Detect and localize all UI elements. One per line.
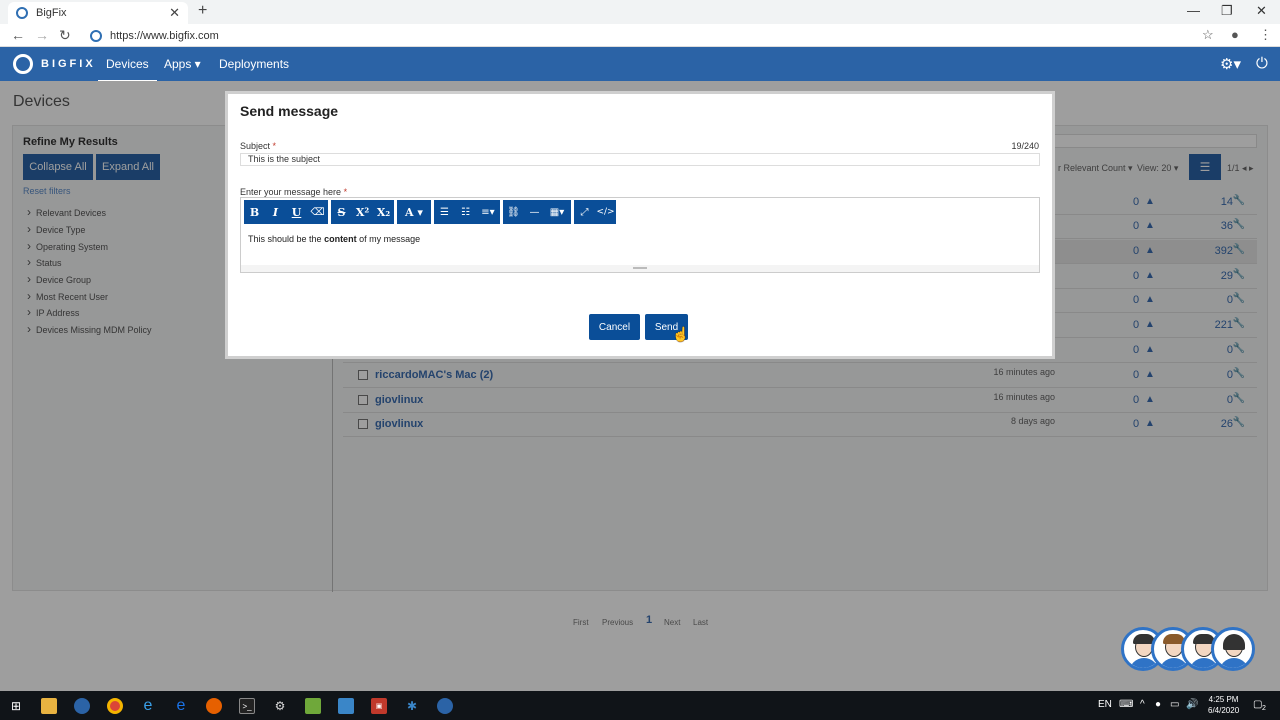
view-toolbar-group: ⤢ </> <box>574 200 616 224</box>
red-app-icon[interactable]: ▣ <box>371 698 387 714</box>
bigfix-tray-icon[interactable]: ● <box>1155 699 1161 710</box>
address-bar-row: ← → ↻ https://www.bigfix.com ☆ ● ⋮ <box>0 24 1280 47</box>
browser-tab[interactable]: BigFix ✕ <box>8 2 188 24</box>
browser-tab-bar: BigFix ✕ + — ❐ ✕ <box>0 0 1280 24</box>
message-text: This should be the <box>248 234 325 244</box>
team-avatars <box>1121 627 1255 673</box>
strikethrough-button[interactable]: S <box>331 206 352 219</box>
tab-close-icon[interactable]: ✕ <box>169 5 180 21</box>
message-bold-text: content <box>324 234 357 244</box>
align-dropdown-icon[interactable]: ≡▾ <box>476 207 500 218</box>
subject-label-text: Subject <box>240 141 271 151</box>
message-body[interactable]: This should be the content of my message <box>248 234 420 244</box>
settings-app-icon[interactable]: ⚙ <box>272 698 288 714</box>
bigfix-agent-icon[interactable] <box>437 698 453 714</box>
url-text: https://www.bigfix.com <box>110 29 219 42</box>
list-toolbar-group: ☰ ☷ ≡▾ <box>434 200 500 224</box>
underline-button[interactable]: U <box>286 206 307 219</box>
superscript-button[interactable]: X² <box>352 206 373 219</box>
windows-taskbar: ⊞ e e >_ ⚙ ▣ ✱ EN ⌨ ^ ● ▭ 🔊 4:25 PM 6/4/… <box>0 691 1280 720</box>
minimize-button[interactable]: — <box>1187 3 1200 18</box>
new-tab-button[interactable]: + <box>198 2 207 20</box>
italic-button[interactable]: I <box>265 206 286 219</box>
message-text: of my message <box>356 234 421 244</box>
browser-menu-icon[interactable]: ⋮ <box>1259 27 1272 43</box>
clock-date: 6/4/2020 <box>1208 706 1240 715</box>
insert-toolbar-group: ⛓ — ▦▾ <box>503 200 571 224</box>
network-app-icon[interactable]: ✱ <box>404 698 420 714</box>
message-label-text: Enter your message here <box>240 187 342 197</box>
format-toolbar-group: B I U ⌫ <box>244 200 328 224</box>
language-indicator[interactable]: EN <box>1098 699 1112 710</box>
nav-apps[interactable]: Apps ▾ <box>164 57 201 71</box>
dialog-title: Send message <box>240 103 339 119</box>
bigfix-logo[interactable]: BIGFIX <box>13 54 96 74</box>
firefox-icon[interactable] <box>206 698 222 714</box>
profile-icon[interactable]: ● <box>1231 27 1239 42</box>
cancel-button[interactable]: Cancel <box>589 314 640 340</box>
file-explorer-icon[interactable] <box>41 698 57 714</box>
reload-icon[interactable]: ↻ <box>59 27 71 44</box>
clock-time: 4:25 PM <box>1208 695 1239 704</box>
font-color-button[interactable]: A ▾ <box>399 206 429 219</box>
link-icon[interactable]: ⛓ <box>503 207 524 218</box>
send-message-dialog: Send message Subject * 19/240 This is th… <box>225 91 1055 359</box>
edge-icon[interactable]: e <box>173 697 189 714</box>
volume-icon[interactable]: 🔊 <box>1186 699 1198 710</box>
notification-count: 2 <box>1262 705 1266 712</box>
code-view-icon[interactable]: </> <box>595 207 616 217</box>
eraser-icon[interactable]: ⌫ <box>307 207 328 218</box>
back-arrow-icon[interactable]: ← <box>11 27 25 43</box>
resize-grip-icon[interactable] <box>633 267 647 269</box>
notepad-icon[interactable] <box>305 698 321 714</box>
windows-start-icon[interactable]: ⊞ <box>8 698 24 714</box>
power-icon[interactable]: ⏻ <box>1256 55 1268 72</box>
restore-button[interactable]: ❐ <box>1221 3 1233 19</box>
tab-title: BigFix <box>36 7 67 19</box>
message-label: Enter your message here * <box>240 187 347 197</box>
forward-arrow-icon[interactable]: → <box>35 27 49 43</box>
bigfix-favicon-icon <box>16 7 28 19</box>
window-app-icon[interactable] <box>338 698 354 714</box>
settings-gear-icon[interactable]: ⚙▾ <box>1220 55 1241 73</box>
avatar <box>1211 627 1255 671</box>
ie-icon[interactable]: e <box>140 697 156 714</box>
tray-chevron-icon[interactable]: ^ <box>1140 699 1145 710</box>
bookmark-star-icon[interactable]: ☆ <box>1202 27 1214 43</box>
horizontal-rule-icon[interactable]: — <box>524 207 545 218</box>
table-icon[interactable]: ▦▾ <box>545 207 569 218</box>
chrome-icon[interactable] <box>107 698 123 714</box>
bold-button[interactable]: B <box>244 206 265 219</box>
url-field[interactable]: https://www.bigfix.com <box>84 26 1224 45</box>
nav-deployments[interactable]: Deployments <box>219 57 289 71</box>
logo-text: BIGFIX <box>41 58 96 70</box>
message-editor[interactable]: B I U ⌫ S X² X₂ A ▾ ☰ ☷ ≡▾ ⛓ — ▦▾ ⤢ </> … <box>240 197 1040 273</box>
color-toolbar-group: A ▾ <box>397 200 431 224</box>
subject-input[interactable]: This is the subject <box>240 153 1040 166</box>
nav-devices[interactable]: Devices <box>98 57 157 82</box>
keyboard-icon[interactable]: ⌨ <box>1119 699 1133 710</box>
network-tray-icon[interactable]: ▭ <box>1170 699 1179 710</box>
subject-char-counter: 19/240 <box>1011 141 1039 151</box>
bigfix-app-icon[interactable] <box>74 698 90 714</box>
required-mark: * <box>343 187 348 197</box>
numbered-list-icon[interactable]: ☷ <box>455 207 476 218</box>
taskbar-clock[interactable]: 4:25 PM 6/4/2020 <box>1208 694 1239 716</box>
fullscreen-icon[interactable]: ⤢ <box>574 207 595 218</box>
subject-label: Subject * <box>240 141 276 151</box>
bigfix-logo-icon <box>13 54 33 74</box>
site-icon <box>90 29 102 42</box>
script-toolbar-group: S X² X₂ <box>331 200 394 224</box>
bullet-list-icon[interactable]: ☰ <box>434 207 455 218</box>
close-window-button[interactable]: ✕ <box>1256 3 1267 19</box>
hand-cursor-icon: ☝ <box>672 326 690 342</box>
app-header: BIGFIX Devices Apps ▾ Deployments ⚙▾ ⏻ <box>0 47 1280 82</box>
terminal-icon[interactable]: >_ <box>239 698 255 714</box>
subscript-button[interactable]: X₂ <box>373 206 394 219</box>
required-mark: * <box>272 141 277 151</box>
